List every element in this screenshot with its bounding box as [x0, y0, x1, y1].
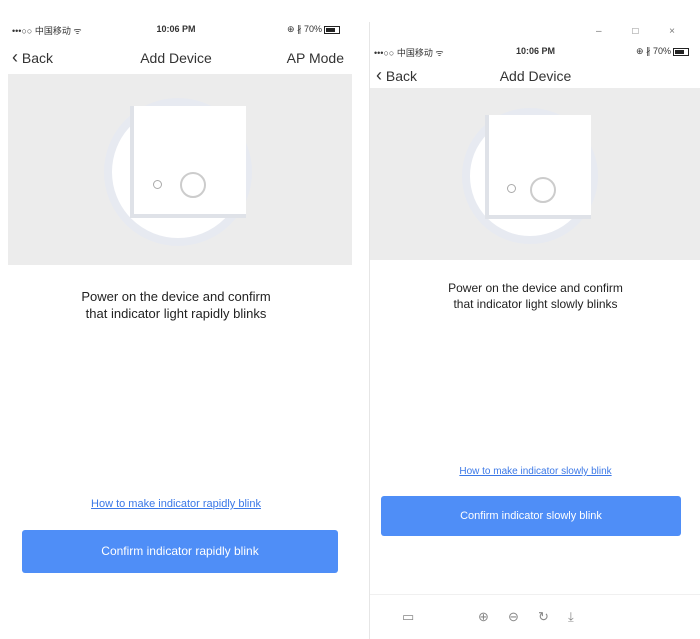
confirm-button[interactable]: Confirm indicator slowly blink — [381, 496, 681, 536]
instruction-text: Power on the device and confirm that ind… — [81, 289, 271, 321]
confirm-button[interactable]: Confirm indicator rapidly blink — [22, 530, 338, 573]
indicator-light-icon — [507, 184, 516, 193]
help-link[interactable]: How to make indicator rapidly blink — [0, 498, 352, 510]
battery-indicator: ⊕ ∦ 70% — [287, 24, 340, 35]
navigation-bar: ‹ Back Add Device — [370, 61, 700, 91]
device-body — [485, 115, 591, 219]
power-button-icon — [180, 172, 206, 198]
page-title: Add Device — [499, 68, 572, 84]
viewer-toolbar: ▭ ⊕ ⊖ ↻ ⤓ — [370, 594, 700, 639]
battery-indicator: ⊕ ∦ 70% — [636, 46, 689, 57]
sidebar-icon[interactable]: ▭ — [402, 609, 414, 625]
status-bar: •••○○ 中国移动 ᯤ 10:06 PM ⊕ ∦ 70% — [370, 42, 700, 60]
device-illustration — [8, 74, 352, 265]
battery-icon — [673, 47, 689, 56]
navigation-bar: ‹ Back Add Device AP Mode — [0, 43, 352, 73]
battery-icon — [324, 25, 340, 34]
phone-screen-rapid-blink: •••○○ 中国移动 ᯤ 10:06 PM ⊕ ∦ 70% ‹ Back Add… — [0, 0, 352, 639]
help-link[interactable]: How to make indicator slowly blink — [370, 466, 700, 477]
phone-screen-slow-blink: – □ × •••○○ 中国移动 ᯤ 10:06 PM ⊕ ∦ 70% ‹ Ba… — [369, 22, 700, 639]
device-body — [130, 106, 246, 218]
ap-mode-button[interactable]: AP Mode — [287, 50, 344, 66]
download-icon[interactable]: ⤓ — [568, 609, 574, 625]
power-button-icon — [530, 177, 556, 203]
instruction-text: Power on the device and confirm that ind… — [448, 281, 623, 311]
indicator-light-icon — [153, 180, 162, 189]
divider — [352, 0, 369, 639]
device-illustration — [370, 88, 700, 260]
status-bar: •••○○ 中国移动 ᯤ 10:06 PM ⊕ ∦ 70% — [0, 20, 352, 38]
zoom-out-icon[interactable]: ⊖ — [508, 609, 519, 625]
zoom-in-icon[interactable]: ⊕ — [478, 609, 489, 625]
rotate-icon[interactable]: ↻ — [538, 609, 549, 625]
window-controls[interactable]: – □ × — [596, 26, 689, 37]
